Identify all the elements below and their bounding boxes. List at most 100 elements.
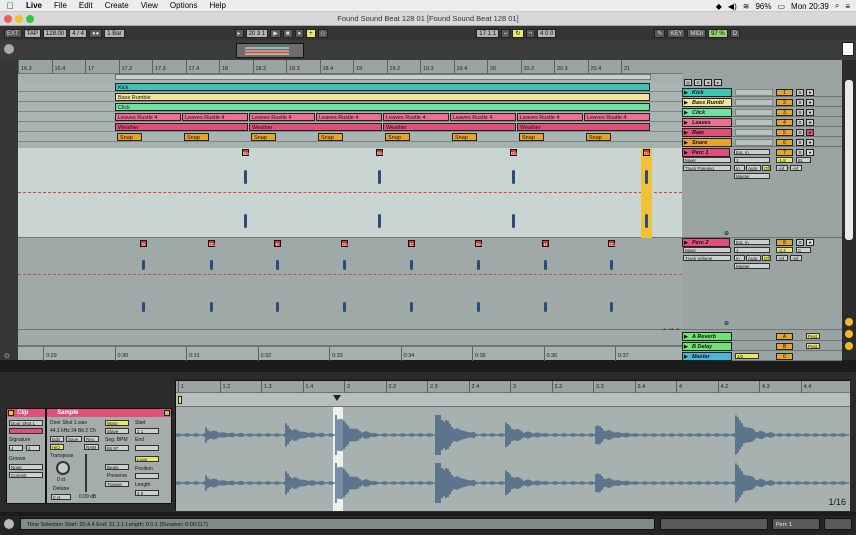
track-header-kick[interactable]: Kick 1S● xyxy=(682,88,842,98)
track-name[interactable]: Click xyxy=(682,108,732,118)
clip[interactable]: Leaves Rustle 4 xyxy=(383,113,449,121)
menu-file[interactable]: File xyxy=(48,1,73,10)
notification-icon[interactable]: ≡ xyxy=(845,2,850,11)
warp-marker[interactable]: Do xyxy=(510,149,517,156)
perc2-send-b[interactable]: -inf xyxy=(790,255,802,261)
track-name[interactable]: Rain xyxy=(682,128,732,138)
automation-arm-icon[interactable]: ◇ xyxy=(317,28,329,38)
track-activator[interactable]: 5 xyxy=(776,129,793,136)
perc2-master[interactable]: Master xyxy=(734,263,770,269)
menu-edit[interactable]: Edit xyxy=(73,1,99,10)
clip[interactable]: Bass Rumble xyxy=(115,93,650,101)
beat-ruler[interactable]: 16.3 16.4 17 17.2 17.3 17.4 18 18.2 18.3 18.4 19 19… xyxy=(18,60,682,74)
sample-editor[interactable]: 1 1.2 1.3 1.4 2 2.2 2.3 2.4 3 3.2 3.3 3.4 4 4.2 4.3 4.4… xyxy=(175,380,850,511)
perc2-monitor-off[interactable]: Off xyxy=(762,255,771,261)
end-field[interactable] xyxy=(135,445,159,451)
dropbox-icon[interactable]: ◆ xyxy=(716,2,722,11)
transients-select[interactable]: Transie xyxy=(105,481,129,487)
clip[interactable]: Snap xyxy=(318,133,343,141)
perc1-solo-button[interactable]: S xyxy=(796,149,804,156)
track-activator[interactable]: 6 xyxy=(776,139,793,146)
sample-editor-ruler[interactable]: 1 1.2 1.3 1.4 2 2.2 2.3 2.4 3 3.2 3.3 3.4 4 4.2 4.3 4.4 xyxy=(176,381,850,393)
lane-rain[interactable]: Weather Weather Weather Weather xyxy=(18,122,682,132)
punch-in-icon[interactable]: ⌐ xyxy=(500,28,511,38)
loop-switch-icon[interactable]: ↻ xyxy=(512,28,524,38)
perc2-header[interactable]: Perc 2 Ext. In 1 Mixer Track Volume In A… xyxy=(682,238,842,330)
warp-marker[interactable]: D xyxy=(140,240,147,247)
clip[interactable]: Leaves Rustle 4 xyxy=(115,113,181,121)
clip[interactable]: Click xyxy=(115,103,650,111)
perc1-lane[interactable]: Do Do Do Do xyxy=(18,148,682,238)
zoom-window-button[interactable] xyxy=(26,15,34,23)
return-header-a-reverb[interactable]: A Reverb A Post xyxy=(682,332,842,342)
return-post-button[interactable]: Post xyxy=(806,343,820,349)
warp-marker[interactable]: D xyxy=(408,240,415,247)
warp-marker[interactable]: D xyxy=(274,240,281,247)
signature-field[interactable]: 4 / 4 xyxy=(69,28,87,38)
minimize-window-button[interactable] xyxy=(15,15,23,23)
warp-marker[interactable]: Do xyxy=(643,149,650,156)
clip[interactable]: Snap xyxy=(586,133,611,141)
clip[interactable]: Leaves Rustle 4 xyxy=(316,113,382,121)
clip-slot[interactable] xyxy=(735,109,773,116)
transpose-knob-icon[interactable] xyxy=(56,461,70,475)
browser-toggle-icon[interactable] xyxy=(4,44,14,54)
arm-button[interactable]: ● xyxy=(806,89,814,96)
stop-icon[interactable]: ■ xyxy=(282,28,293,38)
clip-slot[interactable] xyxy=(735,99,773,106)
save-button[interactable]: Save xyxy=(66,436,82,442)
spotlight-icon[interactable]: ⌕ xyxy=(835,1,839,11)
add-locator-icon[interactable]: ◂ xyxy=(704,79,712,86)
fold-icon[interactable]: ◎ xyxy=(684,79,692,86)
clip[interactable]: Leaves Rustle 4 xyxy=(182,113,248,121)
key-map-button[interactable]: KEY xyxy=(667,28,686,38)
return-name[interactable]: Master xyxy=(682,352,732,362)
perc1-volume[interactable]: -1.8 xyxy=(776,157,793,163)
loop-length-field[interactable]: 4 0 0 xyxy=(537,28,557,38)
return-letter[interactable]: A xyxy=(776,333,793,340)
clip[interactable]: Snap xyxy=(184,133,209,141)
menu-app[interactable]: Live xyxy=(20,1,48,10)
return-header-master[interactable]: Master 0 1/2 xyxy=(682,352,842,362)
solo-button[interactable]: S xyxy=(796,129,804,136)
track-name[interactable]: Kick xyxy=(682,88,732,98)
perc2-input-select[interactable]: Ext. In xyxy=(734,239,770,245)
warp-button[interactable]: Warp xyxy=(105,420,129,426)
track-header-rain[interactable]: Rain 5S● xyxy=(682,128,842,138)
gain-slider[interactable] xyxy=(85,454,87,492)
arm-button[interactable]: ● xyxy=(806,129,814,136)
mixer-toggle-icon[interactable] xyxy=(845,342,853,350)
sends-toggle-icon[interactable] xyxy=(845,330,853,338)
warp-mode-select[interactable]: Beats xyxy=(105,464,129,470)
return-post-button[interactable]: Post xyxy=(806,333,820,339)
lane-kick[interactable]: Kick xyxy=(18,82,682,92)
arm-button[interactable]: ● xyxy=(806,109,814,116)
perc2-fold-icon[interactable]: ⊕ xyxy=(724,320,729,327)
clip-slot[interactable] xyxy=(735,89,773,96)
perc1-monitor-auto[interactable]: Auto xyxy=(746,165,761,171)
perc2-route[interactable]: Mixer xyxy=(683,247,731,253)
perc1-header[interactable]: Perc 1 Ext. In 1 Mixer Track Panning In … xyxy=(682,148,842,238)
perc2-solo-button[interactable]: S xyxy=(796,239,804,246)
arrangement-position[interactable]: 20 3 1 xyxy=(245,28,269,38)
signature-numerator[interactable]: 4 xyxy=(9,445,23,451)
scroll-thumb[interactable] xyxy=(845,80,853,240)
position-field[interactable] xyxy=(135,473,159,479)
clip-activator-icon[interactable] xyxy=(8,410,14,416)
detune-field[interactable]: 0 ct xyxy=(51,494,71,500)
overdub-icon[interactable]: + xyxy=(306,28,316,38)
arm-button[interactable]: ● xyxy=(806,99,814,106)
perc2-lane[interactable]: 1/16 DDoDDoDDoDDo xyxy=(18,238,682,337)
track-name[interactable]: Leaves xyxy=(682,118,732,128)
status-track-name[interactable]: Perc 1 xyxy=(772,518,820,530)
tempo-field[interactable]: 128.00 xyxy=(42,28,68,38)
play-icon[interactable]: ▶ xyxy=(270,28,281,38)
set-button[interactable]: S xyxy=(694,79,702,86)
playhead-marker-icon[interactable] xyxy=(333,395,341,401)
sample-editor-loop[interactable] xyxy=(176,393,850,407)
lane-snare[interactable]: Snap Snap Snap Snap Snap Snap Snap Snap xyxy=(18,132,682,142)
clip-name-field[interactable]: Door Shut 1 xyxy=(9,420,43,426)
menu-options[interactable]: Options xyxy=(164,1,204,10)
edit-button[interactable]: Edit xyxy=(50,436,64,442)
return-name[interactable]: B Delay xyxy=(682,342,732,352)
